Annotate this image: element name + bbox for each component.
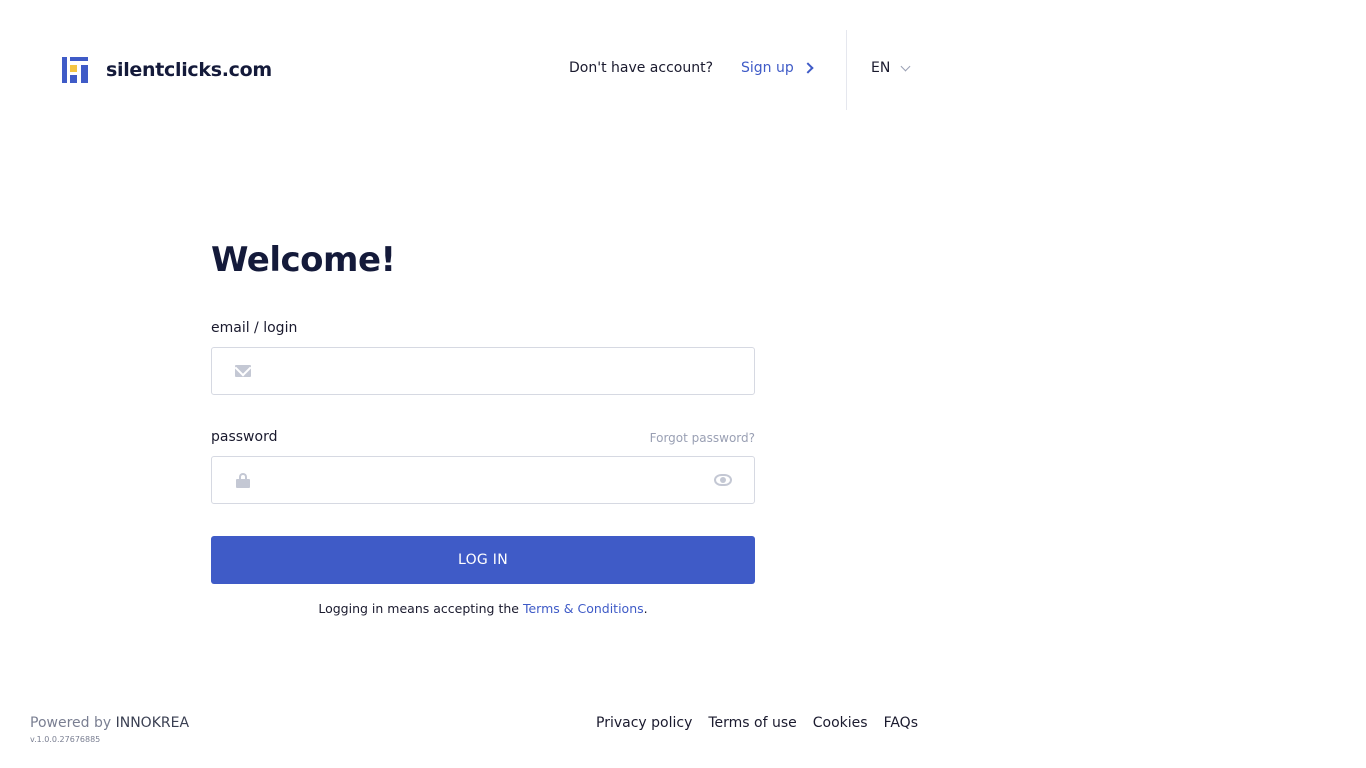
terms-suffix: . <box>643 601 648 616</box>
footer-links: Privacy policy Terms of use Cookies FAQs <box>596 715 934 731</box>
password-label: password <box>211 429 278 445</box>
email-field[interactable] <box>260 348 700 394</box>
terms-notice: Logging in means accepting the Terms & C… <box>211 601 755 616</box>
login-button[interactable]: LOG IN <box>211 536 755 584</box>
terms-link[interactable]: Terms & Conditions <box>523 601 644 616</box>
language-label: EN <box>871 60 891 76</box>
email-label: email / login <box>211 320 298 336</box>
language-selector[interactable]: EN <box>871 60 911 76</box>
login-form: Welcome! email / login password Forgot p… <box>211 240 755 616</box>
forgot-password-link[interactable]: Forgot password? <box>650 431 755 445</box>
chevron-right-icon <box>802 62 814 74</box>
powered-prefix: Powered by <box>30 715 112 731</box>
signup-link[interactable]: Sign up <box>741 60 814 76</box>
password-field[interactable] <box>260 457 700 503</box>
version-label: v.1.0.0.27676885 <box>30 735 101 744</box>
brand-logo[interactable]: silentclicks.com <box>62 57 272 83</box>
eye-icon[interactable] <box>714 474 732 486</box>
brand-name: silentclicks.com <box>106 59 272 81</box>
lock-icon <box>236 473 250 488</box>
faqs-link[interactable]: FAQs <box>884 715 918 731</box>
cookies-link[interactable]: Cookies <box>813 715 868 731</box>
footer-credits: Powered by INNOKREA v.1.0.0.27676885 <box>30 715 189 744</box>
email-field-container <box>211 347 755 395</box>
terms-prefix: Logging in means accepting the <box>318 601 519 616</box>
signup-label: Sign up <box>741 60 794 76</box>
mail-icon <box>235 365 251 377</box>
password-field-container <box>211 456 755 504</box>
powered-brand[interactable]: INNOKREA <box>116 715 189 731</box>
chevron-down-icon <box>900 61 911 71</box>
account-prompt: Don't have account? <box>569 60 714 76</box>
powered-by: Powered by INNOKREA <box>30 715 189 731</box>
header: silentclicks.com Don't have account? Sig… <box>0 30 1366 110</box>
privacy-policy-link[interactable]: Privacy policy <box>596 715 692 731</box>
header-divider <box>846 30 847 110</box>
logo-mark-icon <box>62 57 88 83</box>
page-title: Welcome! <box>211 240 396 280</box>
terms-of-use-link[interactable]: Terms of use <box>708 715 796 731</box>
